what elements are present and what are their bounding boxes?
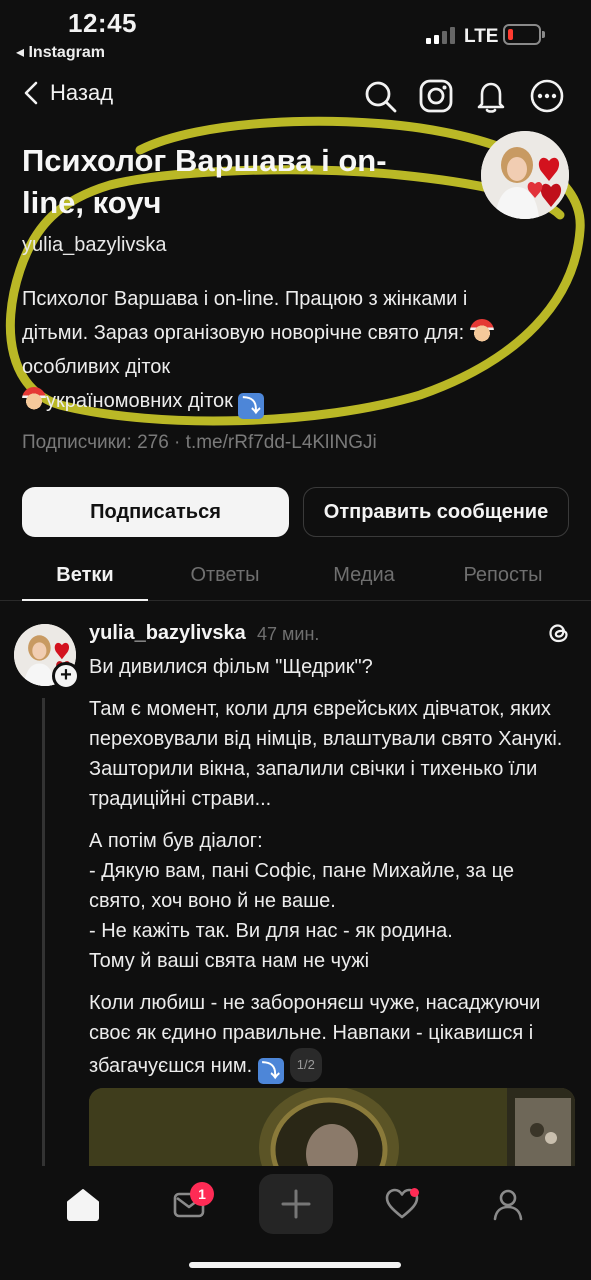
tab-threads[interactable]: Ветки (22, 564, 148, 587)
activity-dot (410, 1188, 419, 1197)
bottom-nav: 1 (0, 1166, 591, 1280)
tab-reposts[interactable]: Репосты (440, 564, 566, 587)
santa-emoji-icon (22, 387, 46, 411)
profile-tabs: Ветки Ответы Медиа Репосты (0, 555, 591, 601)
home-indicator (189, 1262, 401, 1268)
status-bar: 12:45 ◂ Instagram LTE (0, 0, 591, 66)
arrow-down-right-icon: ⤵ (257, 1058, 284, 1084)
post-author[interactable]: yulia_bazylivska (89, 622, 246, 645)
plus-icon (281, 1189, 311, 1219)
profile-name: Психолог Варшава і on- line, коуч (22, 140, 422, 224)
profile-name-line2: line, коуч (22, 185, 162, 220)
back-to-app-link[interactable]: ◂ Instagram (16, 42, 105, 62)
active-tab-indicator (22, 599, 148, 601)
bell-icon[interactable] (473, 78, 509, 114)
chevron-left-icon (24, 81, 38, 105)
battery-icon (503, 24, 545, 45)
clock: 12:45 (68, 8, 137, 38)
santa-emoji-icon (469, 319, 494, 343)
new-thread-button[interactable] (259, 1174, 333, 1234)
post-line: А потім був діалог: (89, 830, 263, 852)
back-button[interactable]: Назад (22, 80, 113, 106)
bio-line4: україномовних діток (46, 390, 233, 412)
tab-media[interactable]: Медиа (301, 564, 427, 587)
tab-replies[interactable]: Ответы (162, 564, 288, 587)
follow-plus-icon[interactable]: + (52, 662, 80, 690)
bio-line2: дітьми. Зараз організовую новорічне свят… (22, 322, 465, 344)
search-icon[interactable] (362, 78, 398, 114)
threads-icon (549, 624, 568, 643)
signal-icon (426, 27, 455, 44)
profile-name-line1: Психолог Варшава і on- (22, 143, 387, 178)
network-label: LTE (464, 26, 499, 47)
post-paragraph: Там є момент, коли для єврейських дівчат… (89, 698, 563, 810)
bio-line3: особливих діток (22, 356, 171, 378)
more-icon[interactable] (529, 78, 565, 114)
post-line: Тому й ваші свята нам не чужі (89, 950, 370, 972)
inbox-badge: 1 (190, 1182, 214, 1206)
profile-bio: Психолог Варшава і on-line. Працюю з жін… (22, 282, 552, 419)
page-indicator: 1/2 (289, 1048, 322, 1082)
post-line: Ви дивилися фільм "Щедрик"? (89, 656, 373, 678)
back-label: Назад (50, 80, 114, 105)
post-line: - Дякую вам, пані Софіє, пане Михайле, з… (89, 860, 514, 912)
top-nav: Назад (0, 72, 591, 122)
post-time: 47 мин. (257, 624, 320, 644)
post-media-image[interactable] (89, 1088, 575, 1168)
post-line: - Не кажіть так. Ви для нас - як родина. (89, 920, 453, 942)
arrow-down-right-icon: ⤵ (238, 393, 265, 419)
bio-line1: Психолог Варшава і on-line. Працюю з жін… (22, 288, 468, 310)
followers-link[interactable]: Подписчики: 276 · t.me/rRf7dd-L4KlINGJi (22, 432, 377, 454)
instagram-icon[interactable] (418, 78, 454, 114)
username: yulia_bazylivska (22, 234, 167, 256)
profile-icon[interactable] (490, 1186, 526, 1222)
home-icon[interactable] (65, 1186, 101, 1222)
follow-button[interactable]: Подписаться (22, 487, 289, 537)
post-body: Ви дивилися фільм "Щедрик"? Там є момент… (89, 652, 569, 1096)
thread-post[interactable]: + yulia_bazylivska 47 мин. Ви дивилися ф… (0, 602, 591, 1168)
avatar[interactable] (481, 131, 569, 219)
send-message-button[interactable]: Отправить сообщение (303, 487, 569, 537)
thread-line (42, 698, 45, 1168)
battery-fill (508, 29, 513, 40)
